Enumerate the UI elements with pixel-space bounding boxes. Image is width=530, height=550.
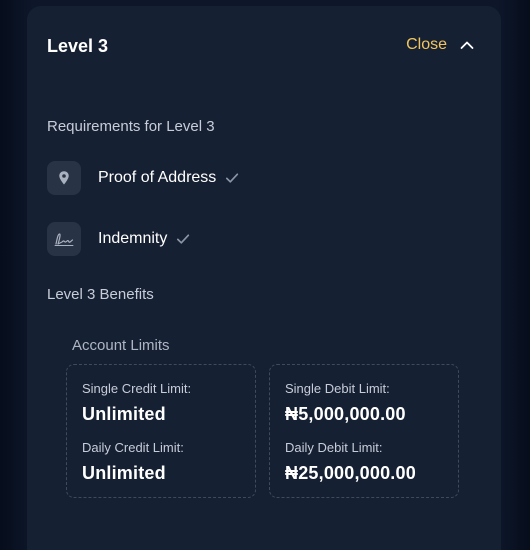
- single-debit-limit-value: ₦5,000,000.00: [285, 404, 406, 424]
- check-icon: [177, 234, 190, 244]
- credit-limits-box: Single Credit Limit: Unlimited Daily Cre…: [66, 364, 256, 498]
- daily-debit-limit-value: ₦25,000,000.00: [285, 463, 416, 483]
- daily-debit-limit-label: Daily Debit Limit:: [285, 440, 383, 455]
- level-title: Level 3: [47, 36, 109, 56]
- requirement-label: Indemnity: [98, 230, 168, 247]
- location-pin-icon: [47, 161, 81, 195]
- close-label: Close: [406, 36, 447, 53]
- daily-credit-limit-value: Unlimited: [82, 463, 166, 483]
- account-limits-title: Account Limits: [72, 337, 170, 354]
- page: Level 3 Close Requirements for Level 3 P…: [0, 0, 530, 550]
- single-debit-limit-label: Single Debit Limit:: [285, 381, 390, 396]
- close-button[interactable]: Close: [406, 36, 475, 54]
- single-credit-limit-value: Unlimited: [82, 404, 166, 424]
- daily-credit-limit-label: Daily Credit Limit:: [82, 440, 184, 455]
- requirement-label: Proof of Address: [98, 169, 217, 186]
- signature-icon: [47, 222, 81, 256]
- requirement-item-indemnity: Indemnity: [47, 222, 190, 256]
- level-card: Level 3 Close Requirements for Level 3 P…: [27, 6, 501, 550]
- single-credit-limit-label: Single Credit Limit:: [82, 381, 192, 396]
- benefits-heading: Level 3 Benefits: [47, 286, 154, 303]
- debit-limits-box: Single Debit Limit: ₦5,000,000.00 Daily …: [269, 364, 459, 498]
- chevron-up-icon: [460, 41, 474, 49]
- check-icon: [226, 173, 239, 183]
- requirements-heading: Requirements for Level 3: [47, 118, 215, 135]
- requirement-item-proof-of-address: Proof of Address: [47, 161, 239, 195]
